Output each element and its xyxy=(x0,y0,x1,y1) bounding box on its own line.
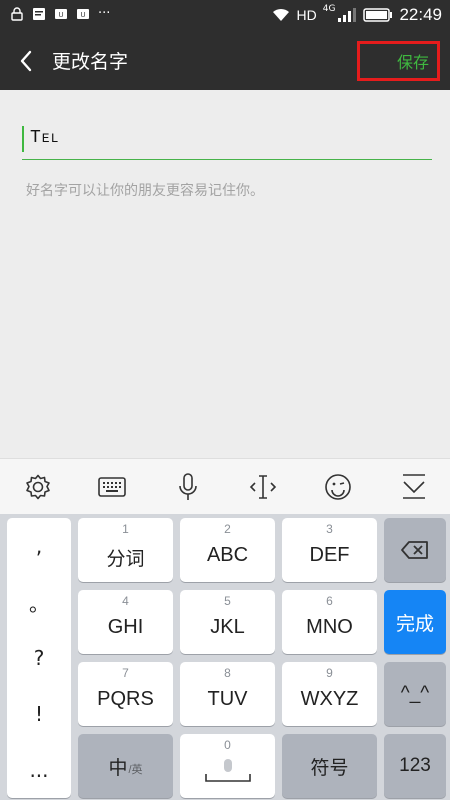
key-4-ghi[interactable]: 4 GHI xyxy=(78,590,173,654)
wifi-icon xyxy=(272,8,289,21)
back-button[interactable] xyxy=(10,44,42,78)
key-3-label: DEF xyxy=(309,544,350,566)
microphone-icon xyxy=(179,473,197,500)
key-6-number: 6 xyxy=(326,594,333,608)
save-button[interactable]: 保存 xyxy=(357,41,440,81)
key-3-def[interactable]: 3 DEF xyxy=(282,518,377,582)
lang-sub-label: /英 xyxy=(128,764,143,776)
backspace-key[interactable] xyxy=(384,518,446,582)
key-9-number: 9 xyxy=(326,666,333,680)
key-8-tuv[interactable]: 8 TUV xyxy=(180,662,275,726)
done-key-label: 完成 xyxy=(395,612,434,635)
key-8-number: 8 xyxy=(224,666,231,680)
number-mode-label: 123 xyxy=(399,755,431,776)
keyboard-toolbar xyxy=(0,458,450,514)
emoji-button[interactable] xyxy=(322,471,354,503)
cursor-move-icon xyxy=(249,475,277,499)
svg-text:U: U xyxy=(80,12,85,19)
key-2-abc[interactable]: 2 ABC xyxy=(180,518,275,582)
name-hint: 好名字可以让你的朋友更容易记住你。 xyxy=(26,183,264,199)
key-7-pqrs[interactable]: 7 PQRS xyxy=(78,662,173,726)
t9-keyboard: , 。 ? ! ... 1 分词 2 ABC 3 DEF 4 GHI 5 JKL… xyxy=(0,514,450,800)
lock-notification-icon xyxy=(11,6,23,21)
key-1-label: 分词 xyxy=(106,548,145,570)
cursor-move-button[interactable] xyxy=(247,471,279,503)
keyboard-icon xyxy=(98,477,126,497)
punct-ellipsis-key[interactable]: ... xyxy=(7,742,71,798)
key-2-label: ABC xyxy=(206,544,249,566)
backspace-icon xyxy=(401,541,428,559)
key-5-jkl[interactable]: 5 JKL xyxy=(180,590,275,654)
key-8-label: TUV xyxy=(207,688,248,710)
message-notification-icon xyxy=(33,7,45,20)
key-6-label: MNO xyxy=(306,616,353,638)
key-5-number: 5 xyxy=(224,594,231,608)
key-7-label: PQRS xyxy=(97,688,154,710)
status-bar: U U ··· HD 4G 22:49 xyxy=(0,0,450,32)
punct-comma-key[interactable]: , xyxy=(7,518,71,574)
key-6-mno[interactable]: 6 MNO xyxy=(282,590,377,654)
page-title: 更改名字 xyxy=(52,51,129,73)
gear-icon xyxy=(26,474,50,500)
key-2-number: 2 xyxy=(224,522,231,536)
battery-icon xyxy=(363,8,393,22)
key-4-number: 4 xyxy=(122,594,129,608)
network-hd-label: HD xyxy=(296,7,317,23)
app-notification-icon-2: U xyxy=(77,8,89,19)
punctuation-column: , 。 ? ! ... xyxy=(7,518,71,798)
done-key[interactable]: 完成 xyxy=(384,590,446,654)
voice-input-button[interactable] xyxy=(172,471,204,503)
collapse-keyboard-icon xyxy=(403,474,425,499)
name-input[interactable]: Tel xyxy=(22,122,432,160)
emoji-icon xyxy=(325,474,351,500)
space-mic-icon xyxy=(204,759,251,782)
settings-button[interactable] xyxy=(22,471,54,503)
symbol-key[interactable]: 符号 xyxy=(282,734,377,798)
keyboard-switch-button[interactable] xyxy=(96,471,128,503)
signal-icon xyxy=(338,8,357,22)
language-switch-key[interactable]: 中/英 xyxy=(78,734,173,798)
number-mode-key[interactable]: 123 xyxy=(384,734,446,798)
app-notification-icon: U xyxy=(55,8,67,19)
space-key[interactable]: 0 xyxy=(180,734,275,798)
svg-text:U: U xyxy=(58,12,63,19)
key-9-wxyz[interactable]: 9 WXYZ xyxy=(282,662,377,726)
punct-period-key[interactable]: 。 xyxy=(7,574,71,630)
symbol-key-label: 符号 xyxy=(310,756,349,779)
punct-exclamation-key[interactable]: ! xyxy=(7,686,71,742)
emoticon-key[interactable]: ^_^ xyxy=(384,662,446,726)
more-notifications: ··· xyxy=(98,6,111,21)
key-1-segment[interactable]: 1 分词 xyxy=(78,518,173,582)
key-4-label: GHI xyxy=(107,616,144,638)
content-area: Tel 好名字可以让你的朋友更容易记住你。 xyxy=(0,90,450,458)
title-bar: 更改名字 保存 xyxy=(0,32,450,90)
key-0-number: 0 xyxy=(224,738,231,752)
emoticon-key-label: ^_^ xyxy=(400,683,430,704)
key-9-label: WXYZ xyxy=(300,688,359,710)
key-3-number: 3 xyxy=(326,522,333,536)
key-7-number: 7 xyxy=(122,666,129,680)
lang-main-label: 中 xyxy=(108,757,128,779)
name-input-value: Tel xyxy=(30,128,60,148)
text-cursor xyxy=(22,126,24,152)
key-5-label: JKL xyxy=(210,616,245,638)
chevron-left-icon xyxy=(20,50,32,72)
network-gen-label: 4G xyxy=(322,4,336,14)
status-time: 22:49 xyxy=(399,5,442,24)
key-1-number: 1 xyxy=(122,522,129,536)
hide-keyboard-button[interactable] xyxy=(398,471,430,503)
punct-question-key[interactable]: ? xyxy=(7,630,71,686)
